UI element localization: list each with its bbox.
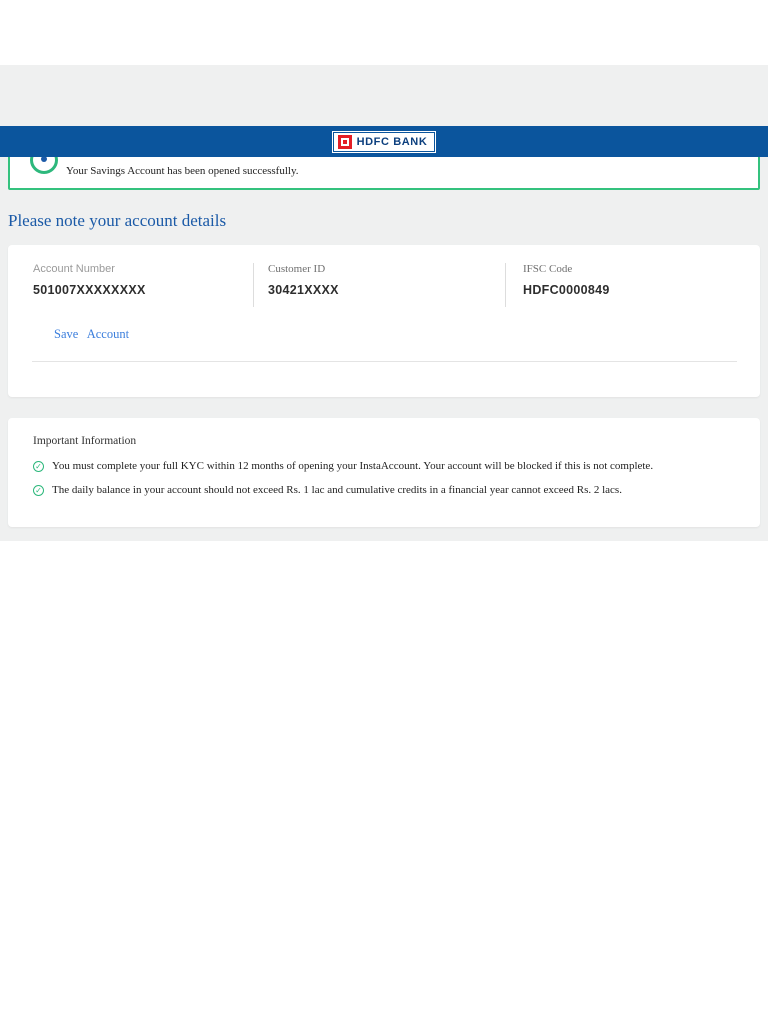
info-item-text: The daily balance in your account should… bbox=[52, 484, 622, 496]
success-message: Your Savings Account has been opened suc… bbox=[66, 165, 299, 177]
important-information-title: Important Information bbox=[33, 435, 137, 447]
column-divider bbox=[253, 263, 254, 307]
info-item: ✓ You must complete your full KYC within… bbox=[33, 460, 653, 473]
header-bar: HDFC BANK bbox=[0, 126, 768, 157]
account-number-field: Account Number 501007XXXXXXXX bbox=[33, 263, 146, 299]
page-title: Please note your account details bbox=[8, 211, 227, 230]
card-separator bbox=[32, 361, 737, 362]
account-number-label: Account Number bbox=[33, 263, 115, 275]
check-circle-icon: ✓ bbox=[33, 461, 44, 472]
account-number-value: 501007XXXXXXXX bbox=[33, 283, 146, 297]
customer-id-field: Customer ID 30421XXXX bbox=[268, 263, 339, 299]
check-circle-icon: ✓ bbox=[33, 485, 44, 496]
ifsc-code-value: HDFC0000849 bbox=[523, 283, 610, 297]
ifsc-code-field: IFSC Code HDFC0000849 bbox=[523, 263, 610, 299]
account-details-card: Account Number 501007XXXXXXXX Customer I… bbox=[8, 245, 760, 397]
important-information-card: Important Information ✓ You must complet… bbox=[8, 418, 760, 527]
info-item: ✓ The daily balance in your account shou… bbox=[33, 484, 622, 497]
hdfc-logo-icon bbox=[337, 134, 352, 149]
info-item-text: You must complete your full KYC within 1… bbox=[52, 460, 654, 472]
customer-id-value: 30421XXXX bbox=[268, 283, 339, 297]
ifsc-code-label: IFSC Code bbox=[523, 263, 573, 275]
hdfc-logo-text: HDFC BANK bbox=[356, 135, 428, 148]
page: Your Savings Account has been opened suc… bbox=[0, 0, 768, 1024]
hdfc-bank-logo[interactable]: HDFC BANK bbox=[331, 130, 437, 153]
customer-id-label: Customer ID bbox=[268, 263, 326, 275]
save-account-link[interactable]: Save Account bbox=[54, 327, 129, 342]
column-divider bbox=[505, 263, 506, 307]
